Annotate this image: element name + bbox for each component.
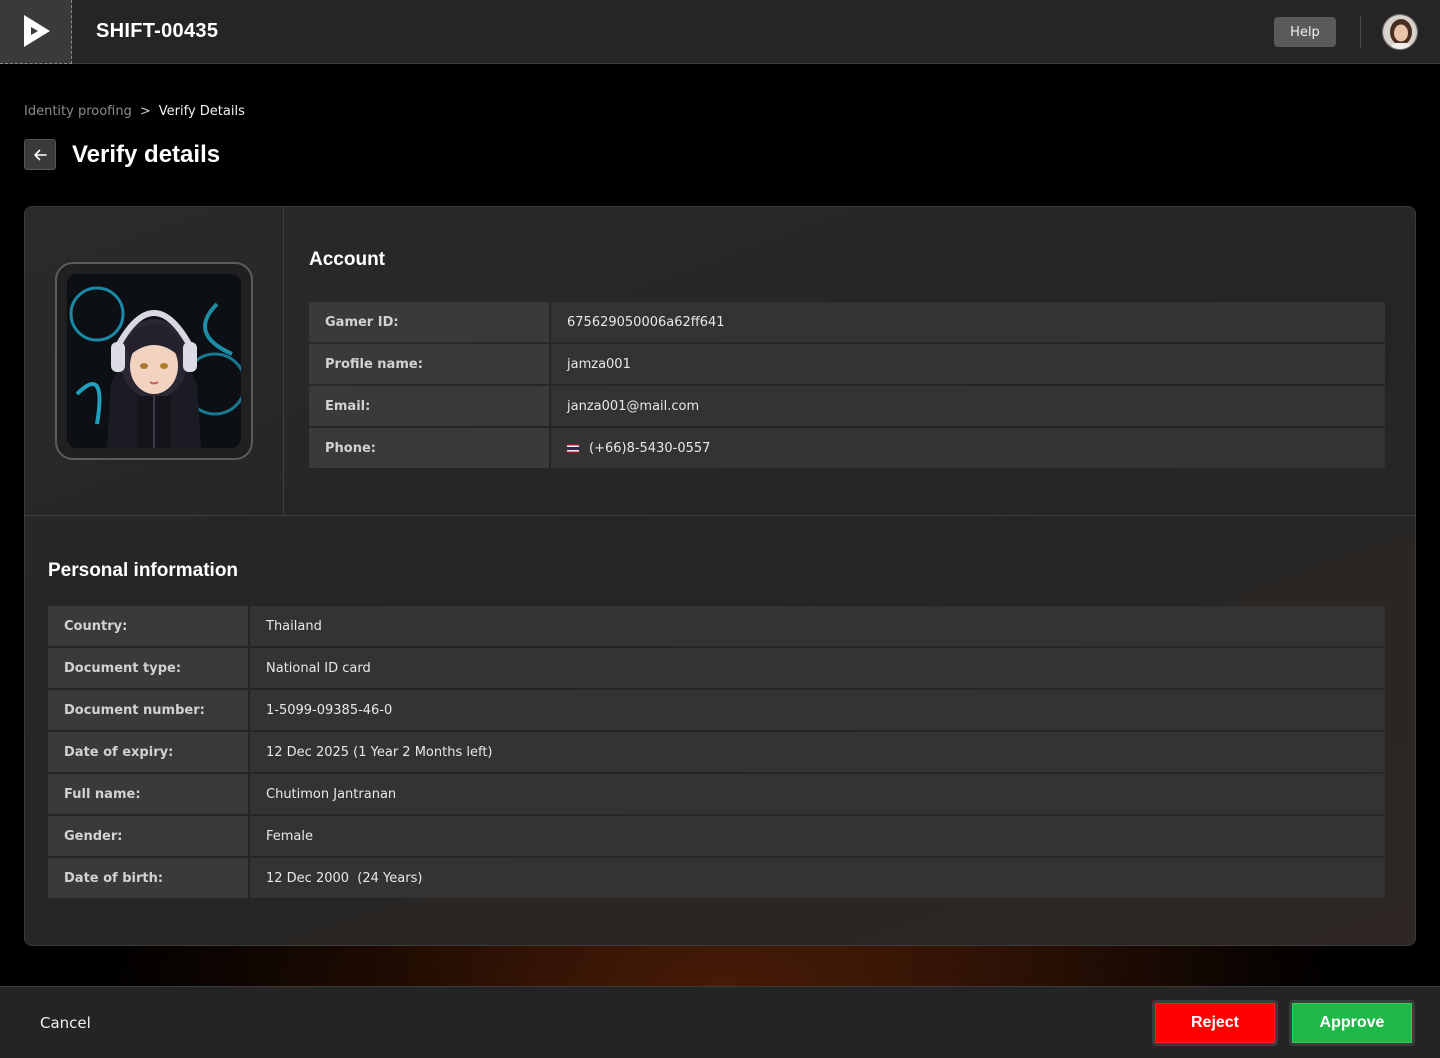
- personal-label-date-of-birth: Date of birth:: [48, 858, 248, 898]
- verify-card: Account Gamer ID: 675629050006a62ff641 P…: [24, 206, 1416, 946]
- top-bar: SHIFT-00435 Help: [0, 0, 1440, 64]
- account-section: Account Gamer ID: 675629050006a62ff641 P…: [25, 207, 1415, 516]
- account-value-email: janza001@mail.com: [551, 386, 1385, 426]
- user-avatar-icon: [1383, 15, 1417, 49]
- table-row: Phone: (+66)8-5430-0557: [309, 428, 1385, 468]
- table-row: Gamer ID: 675629050006a62ff641: [309, 302, 1385, 342]
- breadcrumb-separator: >: [139, 104, 151, 119]
- personal-value-document-number: 1-5099-09385-46-0: [250, 690, 1385, 730]
- breadcrumb: Identity proofing > Verify Details: [24, 104, 245, 119]
- thailand-flag-icon: [567, 443, 579, 453]
- personal-label-document-number: Document number:: [48, 690, 248, 730]
- approve-button[interactable]: Approve: [1289, 1000, 1415, 1046]
- user-avatar[interactable]: [1382, 14, 1418, 50]
- header-divider: [1360, 16, 1361, 48]
- play-logo-icon: [23, 15, 50, 47]
- profile-photo-column: [25, 207, 284, 516]
- personal-label-full-name: Full name:: [48, 774, 248, 814]
- account-label-phone: Phone:: [309, 428, 549, 468]
- back-button[interactable]: [24, 139, 56, 170]
- account-label-email: Email:: [309, 386, 549, 426]
- breadcrumb-current: Verify Details: [158, 104, 245, 119]
- personal-value-gender: Female: [250, 816, 1385, 856]
- table-row: Date of birth: 12 Dec 2000 (24 Years): [48, 858, 1385, 898]
- account-title: Account: [309, 249, 385, 270]
- table-row: Date of expiry: 12 Dec 2025 (1 Year 2 Mo…: [48, 732, 1385, 772]
- app-logo[interactable]: [0, 0, 72, 64]
- account-value-gamer-id: 675629050006a62ff641: [551, 302, 1385, 342]
- profile-photo: [67, 274, 241, 448]
- personal-value-full-name: Chutimon Jantranan: [250, 774, 1385, 814]
- personal-info-title: Personal information: [48, 560, 239, 581]
- table-row: Full name: Chutimon Jantranan: [48, 774, 1385, 814]
- page-title: Verify details: [72, 141, 221, 168]
- personal-value-date-of-birth: 12 Dec 2000 (24 Years): [250, 858, 1385, 898]
- personal-value-document-type: National ID card: [250, 648, 1385, 688]
- table-row: Gender: Female: [48, 816, 1385, 856]
- help-button[interactable]: Help: [1274, 17, 1336, 47]
- account-value-profile-name: jamza001: [551, 344, 1385, 384]
- gamer-avatar-image: [67, 274, 241, 448]
- personal-label-country: Country:: [48, 606, 248, 646]
- account-value-phone-cell: (+66)8-5430-0557: [551, 428, 1385, 468]
- profile-photo-frame: [55, 262, 253, 460]
- account-label-profile-name: Profile name:: [309, 344, 549, 384]
- arrow-left-icon: [34, 149, 47, 160]
- personal-value-date-of-expiry: 12 Dec 2025 (1 Year 2 Months left): [250, 732, 1385, 772]
- personal-label-document-type: Document type:: [48, 648, 248, 688]
- table-row: Document number: 1-5099-09385-46-0: [48, 690, 1385, 730]
- personal-label-gender: Gender:: [48, 816, 248, 856]
- app-title: SHIFT-00435: [96, 20, 219, 42]
- personal-label-date-of-expiry: Date of expiry:: [48, 732, 248, 772]
- action-footer: Cancel Reject Approve: [0, 986, 1440, 1058]
- table-row: Email: janza001@mail.com: [309, 386, 1385, 426]
- breadcrumb-parent[interactable]: Identity proofing: [24, 104, 132, 119]
- personal-value-country: Thailand: [250, 606, 1385, 646]
- account-table: Gamer ID: 675629050006a62ff641 Profile n…: [309, 302, 1385, 468]
- table-row: Profile name: jamza001: [309, 344, 1385, 384]
- table-row: Country: Thailand: [48, 606, 1385, 646]
- account-label-gamer-id: Gamer ID:: [309, 302, 549, 342]
- account-value-phone: (+66)8-5430-0557: [589, 440, 711, 456]
- reject-button[interactable]: Reject: [1152, 1000, 1278, 1046]
- personal-info-table: Country: Thailand Document type: Nationa…: [48, 606, 1385, 898]
- cancel-button[interactable]: Cancel: [24, 1007, 107, 1039]
- table-row: Document type: National ID card: [48, 648, 1385, 688]
